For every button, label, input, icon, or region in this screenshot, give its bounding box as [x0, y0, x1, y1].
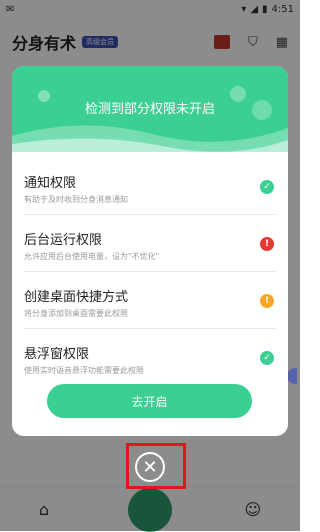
close-icon[interactable]: ✕ — [135, 452, 165, 482]
dialog-title: 检测到部分权限未开启 — [84, 102, 215, 117]
open-permissions-button[interactable]: 去开启 — [47, 384, 252, 418]
floating-handle[interactable] — [287, 368, 297, 384]
permission-item-shortcut[interactable]: 创建桌面快捷方式 将分身添加到桌面需要此权限 ! — [24, 272, 276, 329]
permission-title: 创建桌面快捷方式 — [24, 290, 129, 305]
permission-dialog: 检测到部分权限未开启 通知权限 有助于及时收到分身消息通知 ✓ 后台运行权限 允… — [12, 66, 288, 436]
permission-desc: 使用实时语音悬浮功能需要此权限 — [24, 366, 144, 375]
permission-title: 悬浮窗权限 — [24, 347, 90, 362]
permission-item-overlay[interactable]: 悬浮窗权限 使用实时语音悬浮功能需要此权限 ✓ — [24, 329, 276, 385]
dialog-header: 检测到部分权限未开启 — [12, 66, 288, 152]
check-icon: ✓ — [260, 180, 274, 194]
permission-list: 通知权限 有助于及时收到分身消息通知 ✓ 后台运行权限 允许应用后台使用电量，设… — [12, 152, 288, 385]
permission-desc: 有助于及时收到分身消息通知 — [24, 195, 128, 204]
permission-item-notification[interactable]: 通知权限 有助于及时收到分身消息通知 ✓ — [24, 158, 276, 215]
permission-title: 通知权限 — [24, 176, 77, 191]
permission-desc: 允许应用后台使用电量，设为"不优化" — [24, 252, 160, 261]
exclamation-icon: ! — [260, 294, 274, 308]
exclamation-icon: ! — [260, 237, 274, 251]
permission-title: 后台运行权限 — [24, 233, 103, 248]
check-icon: ✓ — [260, 351, 274, 365]
permission-item-background[interactable]: 后台运行权限 允许应用后台使用电量，设为"不优化" ! — [24, 215, 276, 272]
permission-desc: 将分身添加到桌面需要此权限 — [24, 309, 128, 318]
